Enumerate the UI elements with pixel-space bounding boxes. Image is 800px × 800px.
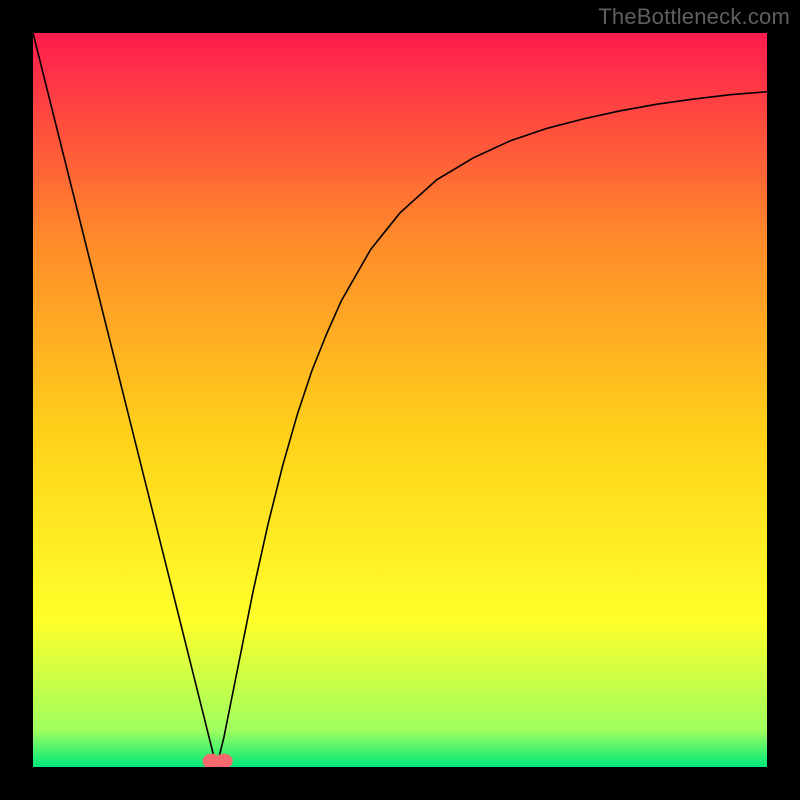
plot-area [33, 33, 767, 767]
chart-svg [33, 33, 767, 767]
watermark-label: TheBottleneck.com [598, 4, 790, 30]
chart-frame: TheBottleneck.com [0, 0, 800, 800]
gradient-background [33, 33, 767, 767]
